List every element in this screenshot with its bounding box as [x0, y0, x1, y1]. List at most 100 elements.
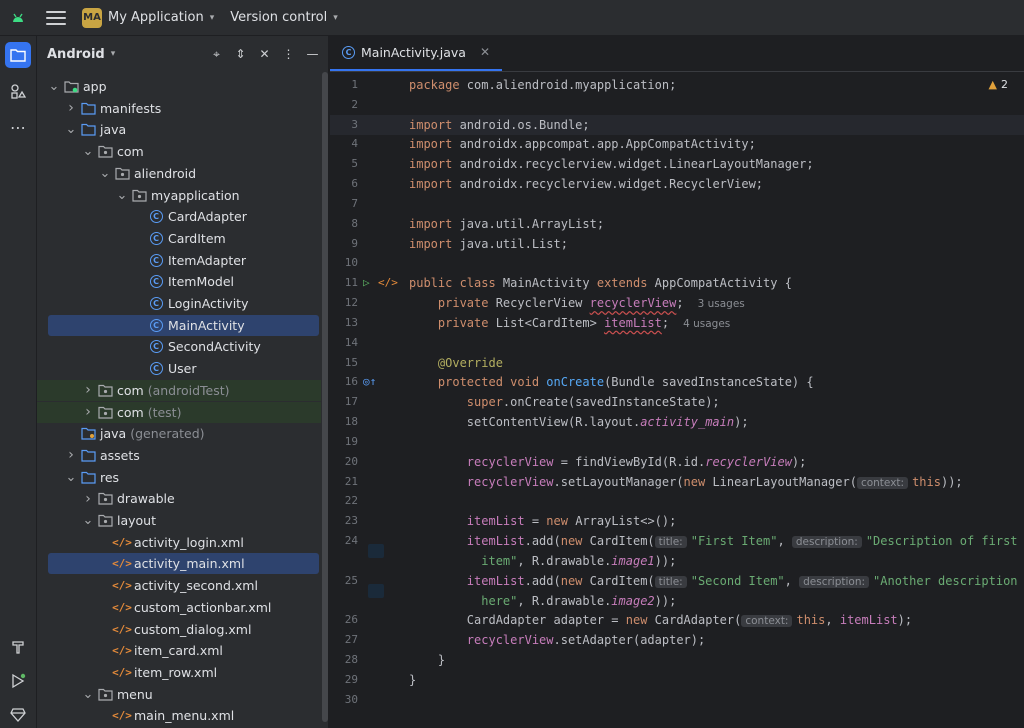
tree-item[interactable]: C SecondActivity [37, 336, 321, 357]
chevron-right-icon[interactable]: › [81, 404, 95, 420]
chevron-down-icon[interactable]: ⌄ [115, 188, 129, 203]
tree-item[interactable]: </> item_row.xml [37, 662, 321, 683]
tree-item[interactable]: </> activity_main.xml [48, 553, 319, 575]
chevron-down-icon[interactable]: ⌄ [64, 470, 78, 485]
line-number: 28 [344, 653, 358, 667]
tree-item[interactable]: › manifests [37, 98, 321, 119]
tab-main-activity[interactable]: C MainActivity.java ✕ [330, 35, 503, 71]
tree-item[interactable]: C ItemAdapter [37, 250, 321, 271]
chevron-right-icon[interactable]: › [64, 100, 78, 116]
tree-item[interactable]: › assets [37, 445, 321, 466]
tree-item[interactable]: C CardAdapter [37, 206, 321, 227]
code-line: package com.aliendroid.myapplication; [409, 78, 676, 92]
code-editor[interactable]: 1 2 3 4 5 6 7 8 9 10 11 12 13 14 15 16 17 18 19 20 21 22 23 24 2… [330, 72, 1024, 728]
code-token: "Second Item" [690, 573, 785, 588]
collapse-all-icon[interactable]: ✕ [257, 47, 272, 62]
gem-icon[interactable] [5, 702, 31, 728]
project-badge[interactable]: MA [82, 7, 102, 28]
editor-tab-bar: C MainActivity.java ✕ [330, 36, 1024, 72]
tree-item-label: manifests [100, 100, 162, 116]
project-folder-icon[interactable] [5, 42, 31, 68]
project-panel-header: Android ▾ ⌖ ⇕ ✕ ⋮ — [37, 36, 328, 72]
image-preview-icon[interactable] [368, 583, 384, 598]
chevron-right-icon[interactable]: › [64, 447, 78, 463]
code-token: com.aliendroid.myapplication; [459, 78, 677, 92]
tree-item[interactable]: ⌄ app [37, 76, 321, 97]
tree-item[interactable]: java (generated) [37, 423, 321, 444]
chevron-down-icon[interactable]: ▾ [333, 13, 338, 23]
code-line: protected void onCreate(Bundle savedInst… [409, 375, 814, 389]
editor-area: C MainActivity.java ✕ ▲ 2 1 2 3 4 5 6 7 8 9 10 11 1… [330, 36, 1024, 728]
chevron-down-icon[interactable]: ▾ [210, 13, 215, 23]
code-line: import androidx.appcompat.app.AppCompatA… [409, 137, 756, 151]
android-studio-logo-icon[interactable] [0, 0, 36, 36]
scrollbar[interactable] [322, 72, 328, 722]
run-gutter-icon[interactable]: ▷ [363, 276, 370, 289]
hide-panel-icon[interactable]: — [305, 47, 320, 62]
tree-item[interactable]: </> custom_dialog.xml [37, 619, 321, 640]
chevron-right-icon[interactable]: › [81, 382, 95, 398]
code-token: , R.drawable. [517, 593, 612, 608]
code-token: new [560, 534, 583, 549]
code-token: import [409, 157, 453, 172]
close-icon[interactable]: ✕ [480, 45, 490, 59]
code-token: } [409, 672, 417, 687]
chevron-down-icon[interactable]: ⌄ [47, 79, 61, 94]
tree-item-suffix: (generated) [130, 426, 205, 442]
tree-item[interactable]: C LoginActivity [37, 293, 321, 314]
tree-item[interactable]: </> custom_actionbar.xml [37, 597, 321, 618]
override-method-icon[interactable]: ◎↑ [363, 375, 376, 388]
tree-item-label: User [168, 361, 197, 377]
image-preview-icon[interactable] [368, 544, 384, 559]
tree-item[interactable]: </> activity_second.xml [37, 575, 321, 596]
tree-item[interactable]: ⌄ myapplication [37, 185, 321, 206]
tree-item[interactable]: ⌄ layout [37, 510, 321, 531]
tree-item-label: item_card.xml [134, 643, 223, 659]
resource-manager-icon[interactable] [5, 78, 31, 104]
chevron-down-icon[interactable]: ⌄ [81, 687, 95, 702]
chevron-down-icon[interactable]: ⌄ [81, 513, 95, 528]
code-line: import android.os.Bundle; [409, 118, 590, 132]
tree-item[interactable]: C ItemModel [37, 271, 321, 292]
tree-item[interactable]: ⌄ aliendroid [37, 163, 321, 184]
chevron-down-icon[interactable]: ⌄ [98, 166, 112, 181]
xml-link-icon[interactable]: </> [378, 276, 398, 289]
code-token: java.util.List; [452, 236, 568, 251]
tree-item-label: main_menu.xml [134, 708, 235, 724]
version-control-menu[interactable]: Version control [230, 10, 327, 25]
tree-item[interactable]: ⌄ res [37, 467, 321, 488]
tree-item[interactable]: C User [37, 358, 321, 379]
chevron-down-icon[interactable]: ⌄ [81, 144, 95, 159]
options-icon[interactable]: ⋮ [281, 47, 296, 62]
chevron-down-icon[interactable]: ▾ [111, 49, 116, 59]
chevron-right-icon[interactable]: › [81, 491, 95, 507]
code-token: private [409, 315, 489, 330]
tree-item[interactable]: </> item_card.xml [37, 640, 321, 661]
tree-item[interactable]: › drawable [37, 488, 321, 509]
build-hammer-icon[interactable] [5, 634, 31, 660]
code-line: import java.util.ArrayList; [409, 217, 604, 231]
code-line: itemList.add(new CardItem(title: "First I… [409, 534, 1018, 549]
tree-item[interactable]: ⌄ com [37, 141, 321, 162]
tree-item[interactable]: ⌄ menu [37, 684, 321, 705]
project-view-selector[interactable]: Android [47, 47, 105, 62]
run-icon[interactable] [5, 668, 31, 694]
tree-item[interactable]: C MainActivity [48, 314, 319, 336]
code-token: setContentView(R.layout. [409, 415, 641, 430]
tree-item[interactable]: </> activity_login.xml [37, 532, 321, 553]
tree-item[interactable]: › com (test) [37, 401, 321, 423]
main-menu-icon[interactable] [46, 10, 66, 25]
expand-all-icon[interactable]: ⇕ [233, 47, 248, 62]
code-line: itemList.add(new CardItem(title: "Second … [409, 574, 1018, 588]
tree-item[interactable]: C CardItem [37, 228, 321, 249]
more-tools-icon[interactable]: ⋯ [5, 114, 31, 140]
locate-icon[interactable]: ⌖ [209, 47, 224, 62]
xml-file-icon: </> [112, 535, 132, 549]
tree-item[interactable]: </> main_menu.xml [37, 705, 321, 726]
chevron-down-icon[interactable]: ⌄ [64, 122, 78, 137]
code-token: = [524, 514, 547, 529]
tree-item[interactable]: ⌄ java [37, 119, 321, 140]
project-name[interactable]: My Application [108, 10, 204, 25]
tree-item[interactable]: › com (androidTest) [37, 379, 321, 401]
